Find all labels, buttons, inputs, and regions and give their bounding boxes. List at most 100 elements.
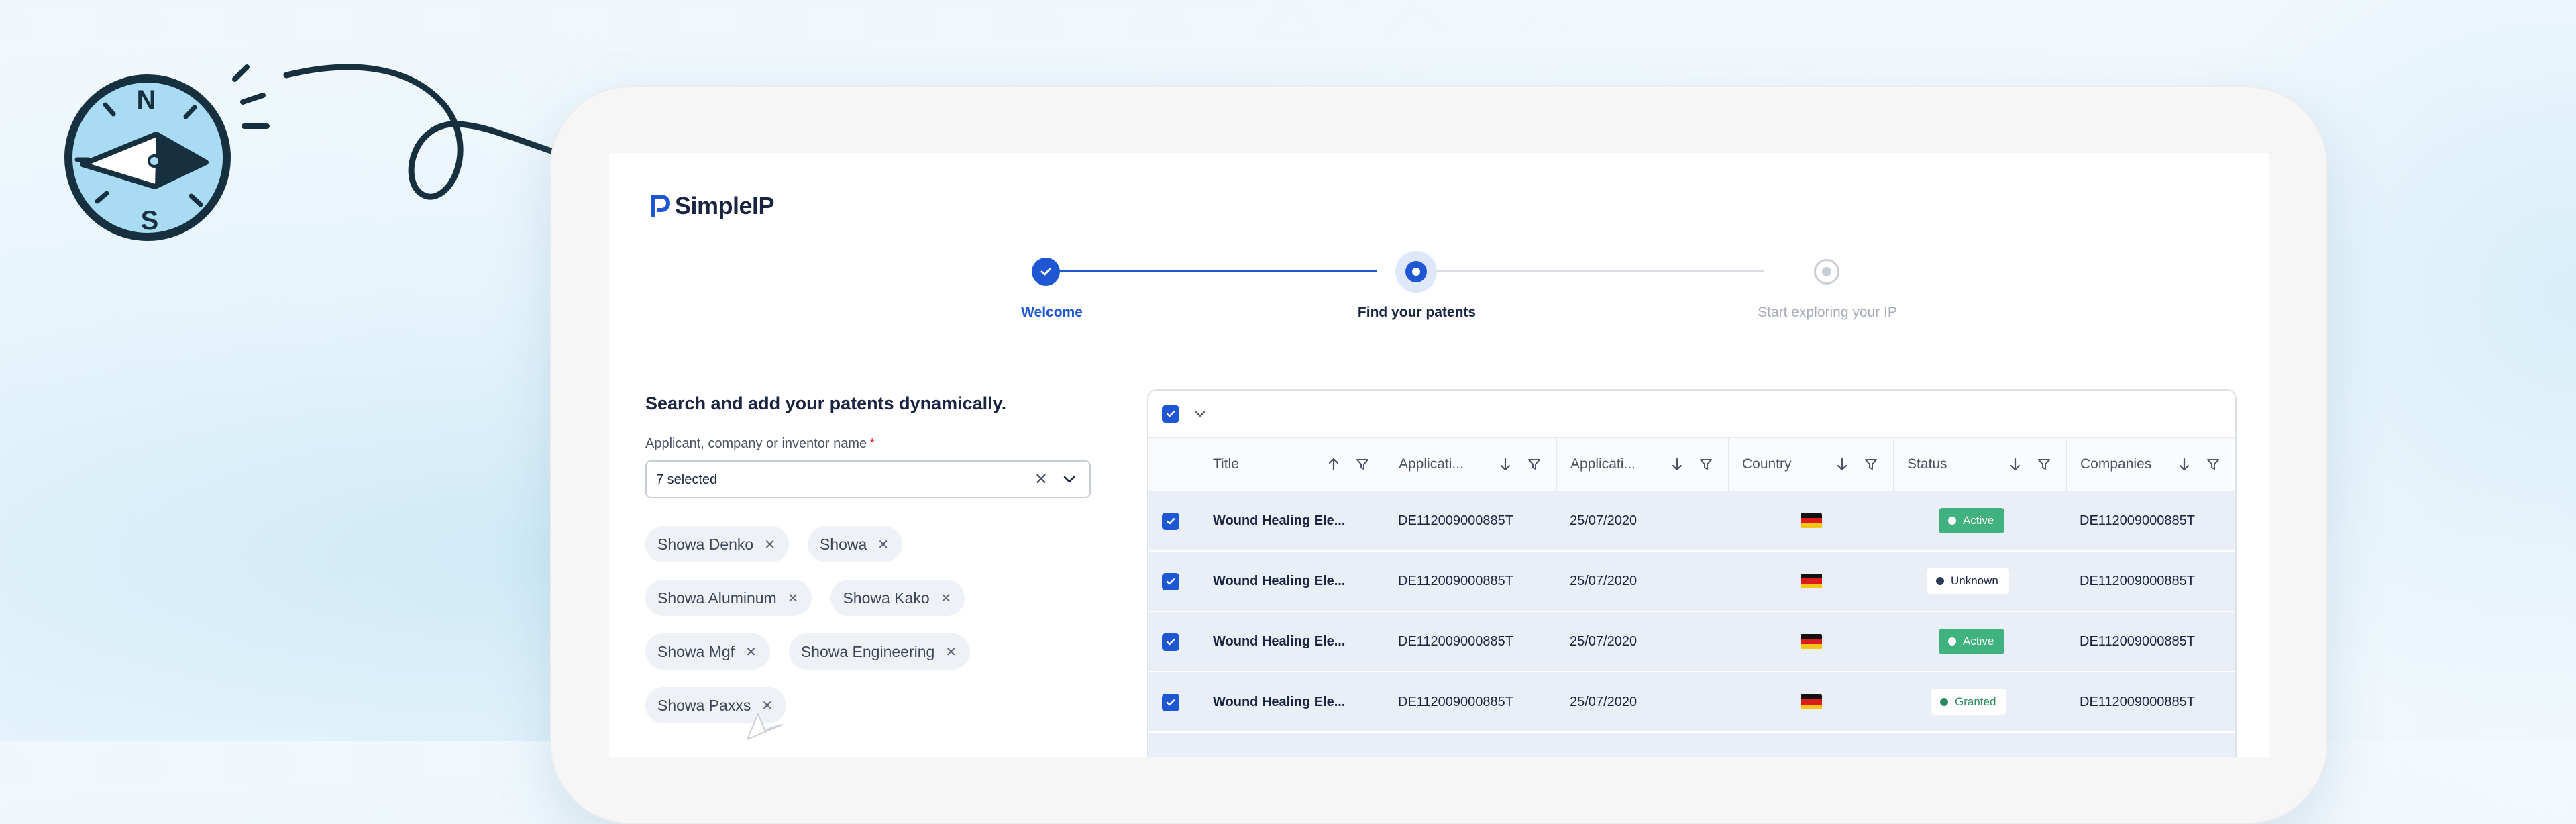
row-checkbox[interactable] [1162,573,1179,590]
cell-country [1801,612,1822,671]
cell-company: DE112009000885T [2080,513,2195,528]
cell-title: Wound Healing Ele... [1213,573,1346,588]
germany-flag-icon [1801,513,1822,528]
check-icon [1040,268,1051,276]
status-badge: Active [1939,629,2005,654]
mouse-cursor-icon [747,713,783,740]
filter-icon[interactable] [1699,457,1713,472]
filter-icon[interactable] [1864,457,1878,472]
step-welcome-dot[interactable] [1032,258,1060,286]
search-section-title: Search and add your patents dynamically. [645,393,1007,413]
status-badge: Active [1939,508,2005,533]
compass-south-label: S [141,206,159,236]
sort-arrow-down-icon[interactable] [2178,456,2191,472]
sort-arrow-up-icon[interactable] [1327,456,1340,472]
row-checkbox[interactable] [1162,633,1179,651]
filter-icon[interactable] [2037,457,2051,472]
chevron-down-icon[interactable] [1061,471,1077,487]
chip[interactable]: Showa Engineering ✕ [788,633,971,670]
table-row[interactable]: Wound Healing Ele... DE112009000885T 25/… [1148,552,2235,612]
chevron-down-icon[interactable] [1193,407,1208,421]
table-row[interactable]: Wound Healing Ele... DE112009000885T 25/… [1148,612,2235,672]
logo-mark-icon [651,195,670,217]
patents-table: Title Applicati... Applicati... Country [1147,389,2237,757]
step-label-welcome[interactable]: Welcome [1021,305,1083,321]
filter-icon[interactable] [1355,457,1370,472]
chip[interactable]: Showa Aluminum ✕ [645,580,812,616]
chip-remove-icon[interactable]: ✕ [764,536,775,553]
close-icon[interactable]: ✕ [1034,470,1048,489]
select-all-checkbox[interactable] [1162,405,1179,423]
step-find-patents-dot[interactable] [1395,251,1437,293]
chip-remove-icon[interactable]: ✕ [941,590,952,607]
chip-remove-icon[interactable]: ✕ [877,536,889,553]
chip-remove-icon[interactable]: ✕ [745,643,757,660]
row-checkbox[interactable] [1162,694,1179,711]
sort-arrow-down-icon[interactable] [1499,456,1512,472]
cell-title: Wound Healing Ele... [1213,513,1346,528]
logo-text: SimpleIP [675,192,775,219]
status-badge: Unknown [1927,568,2009,594]
chip[interactable]: Showa ✕ [807,526,903,562]
cell-title: Wound Healing Ele... [1213,694,1346,709]
simpleip-logo[interactable]: SimpleIP [651,192,775,220]
cell-application-number: DE112009000885T [1398,513,1513,528]
sort-arrow-down-icon[interactable] [2008,456,2022,472]
check-icon [1166,578,1175,585]
stepper-progress-line [1050,270,1377,272]
row-checkbox[interactable] [1162,513,1179,530]
cell-company: DE112009000885T [2080,573,2195,588]
cell-application-number: DE112009000885T [1398,694,1513,709]
column-application-number[interactable]: Applicati... [1385,438,1556,491]
cell-status: Active [1939,612,2005,671]
filter-icon[interactable] [2206,457,2220,472]
app-screen: SimpleIP Welcome Find your patents Start… [609,153,2269,757]
status-badge: Granted [1931,689,2007,715]
check-icon [1166,518,1175,525]
chip[interactable]: Showa Denko ✕ [645,526,789,562]
sort-arrow-down-icon[interactable] [1670,456,1684,472]
table-row[interactable]: Wound Healing Ele... DE112009000885T 25/… [1148,491,2235,552]
compass-north-label: N [137,85,156,115]
chip-remove-icon[interactable]: ✕ [788,590,799,607]
germany-flag-icon [1801,574,1822,588]
applicant-multiselect[interactable]: 7 selected ✕ [645,460,1091,498]
stepper-remaining-line [1436,270,1764,272]
chip-remove-icon[interactable]: ✕ [945,643,957,660]
cell-application-number: DE112009000885T [1398,633,1513,649]
table-header: Title Applicati... Applicati... Country [1148,437,2235,491]
compass-icon: N S [64,74,231,241]
cell-status: Unknown [1927,552,2009,611]
cell-company: DE112009000885T [2080,633,2195,649]
cell-application-date: 25/07/2020 [1570,513,1638,528]
cell-country [1801,552,1822,611]
cell-application-date: 25/07/2020 [1570,694,1638,709]
step-label-find-patents[interactable]: Find your patents [1358,305,1476,321]
cell-application-date: 25/07/2020 [1570,633,1638,649]
cell-status: Granted [1931,672,2007,731]
cell-title: Wound Healing Ele... [1213,633,1346,649]
column-status[interactable]: Status [1893,438,2066,491]
step-explore-dot[interactable] [1814,259,1839,285]
cell-country [1801,672,1822,731]
column-title[interactable]: Title [1199,438,1385,491]
chip[interactable]: Showa Mgf ✕ [645,633,770,670]
filter-icon[interactable] [1527,457,1542,472]
sort-arrow-down-icon[interactable] [1835,456,1849,472]
cell-application-date: 25/07/2020 [1570,573,1638,588]
table-row[interactable] [1148,733,2235,757]
check-icon [1166,411,1175,417]
column-companies[interactable]: Companies [2066,438,2235,491]
check-icon [1166,699,1175,706]
germany-flag-icon [1801,694,1822,709]
cell-application-number: DE112009000885T [1398,573,1513,588]
applicant-field-label: Applicant, company or inventor name * [645,436,875,451]
table-toolbar [1148,391,2235,437]
column-country[interactable]: Country [1728,438,1893,491]
table-row[interactable]: Wound Healing Ele... DE112009000885T 25/… [1148,672,2235,733]
cell-status: Active [1939,491,2005,550]
step-label-explore[interactable]: Start exploring your IP [1758,305,1897,321]
cell-country [1801,491,1822,550]
chip[interactable]: Showa Kako ✕ [830,580,965,616]
column-application-date[interactable]: Applicati... [1556,438,1728,491]
